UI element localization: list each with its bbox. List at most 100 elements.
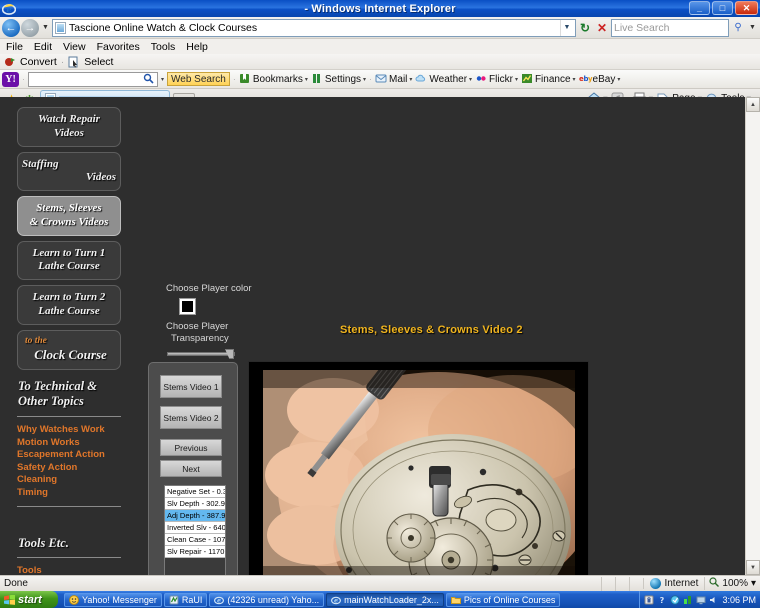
list-item[interactable]: Adj Depth - 387.9 <box>165 510 225 522</box>
network-icon[interactable] <box>683 595 693 605</box>
minimize-button[interactable]: _ <box>689 1 710 15</box>
sidebar-link-safety-action[interactable]: Safety Action <box>17 462 121 475</box>
display-icon[interactable] <box>696 595 706 605</box>
next-button[interactable]: Next <box>160 460 222 477</box>
yahoo-flickr-button[interactable]: Flickr ▾ <box>475 73 518 85</box>
site-sidebar: Watch Repair Videos Staffing Videos Stem… <box>17 107 121 575</box>
page-scrollbar[interactable]: ▲ ▼ <box>745 97 760 575</box>
stems-video-1-button[interactable]: Stems Video 1 <box>160 375 222 398</box>
chevron-down-icon[interactable]: ▾ <box>363 76 366 83</box>
sidebar-link-cleaning[interactable]: Cleaning <box>17 474 121 487</box>
scroll-down-arrow-icon[interactable]: ▼ <box>746 560 760 575</box>
list-item[interactable]: Slv Repair - 1170. <box>165 546 225 558</box>
help-icon[interactable]: ? <box>657 595 667 605</box>
sidebar-link-why-watches-work[interactable]: Why Watches Work <box>17 424 121 437</box>
zoom-control[interactable]: 100% ▾ <box>704 577 760 590</box>
divider <box>17 505 121 507</box>
window-title-bar: e - Windows Internet Explorer _ □ ✕ <box>0 0 760 17</box>
security-zone[interactable]: Internet <box>643 578 704 589</box>
taskbar-item-yahoo-mail[interactable]: e (42326 unread) Yaho... <box>209 592 325 607</box>
sidebar-item-stems-sleeves-crowns-videos[interactable]: Stems, Sleeves & Crowns Videos <box>17 196 121 236</box>
sidebar-item-staffing-videos[interactable]: Staffing Videos <box>17 151 121 191</box>
sidebar-item-watch-repair-videos[interactable]: Watch Repair Videos <box>17 107 121 147</box>
yahoo-ebay-button[interactable]: eby eBay ▾ <box>579 73 621 85</box>
forward-button[interactable]: → <box>21 18 39 37</box>
menu-item-help[interactable]: Help <box>186 41 208 53</box>
status-bar: Done Internet 100% ▾ <box>0 575 760 591</box>
yahoo-web-search-button[interactable]: Web Search <box>167 72 230 86</box>
sidebar-link-motion-works[interactable]: Motion Works <box>17 437 121 450</box>
taskbar-item-pics-of-online-courses[interactable]: Pics of Online Courses <box>445 592 561 607</box>
divider <box>17 557 121 559</box>
taskbar-item-yahoo-messenger[interactable]: Yahoo! Messenger <box>64 592 162 607</box>
video-player[interactable] <box>248 361 589 575</box>
taskbar-item-mainwatchloader[interactable]: e mainWatchLoader_2x... <box>326 592 444 607</box>
list-item[interactable]: Negative Set - 0.3 <box>165 486 225 498</box>
list-item[interactable]: Slv Depth - 302.9 <box>165 498 225 510</box>
yahoo-search-caret-icon[interactable]: ▾ <box>161 76 164 83</box>
zoom-caret-icon[interactable]: ▾ <box>751 578 756 589</box>
yahoo-logo-icon[interactable]: Y! <box>2 71 19 87</box>
menu-item-tools[interactable]: Tools <box>151 41 176 53</box>
yahoo-bookmarks-button[interactable]: Bookmarks ▾ <box>239 73 308 85</box>
player-color-swatch[interactable] <box>179 298 196 316</box>
yahoo-finance-button[interactable]: Finance ▾ <box>521 73 576 85</box>
messenger-tray-icon[interactable] <box>670 594 681 605</box>
sidebar-link-timing[interactable]: Timing <box>17 487 121 500</box>
security-icon[interactable] <box>644 595 654 605</box>
sidebar-link-tools[interactable]: Tools <box>17 565 121 575</box>
search-provider-caret-icon[interactable]: ▼ <box>747 24 758 31</box>
sidebar-item-learn-to-turn-1[interactable]: Learn to Turn 1 Lathe Course <box>17 240 121 280</box>
previous-button[interactable]: Previous <box>160 439 222 456</box>
maximize-button[interactable]: □ <box>712 1 733 15</box>
chevron-down-icon[interactable]: ▾ <box>617 76 620 83</box>
sidebar-item-label-2: & Crowns Videos <box>29 215 109 228</box>
windows-taskbar: start Yahoo! Messenger RaUI e (42326 unr… <box>0 591 760 608</box>
address-dropdown-caret-icon[interactable]: ▼ <box>560 19 573 36</box>
menu-item-file[interactable]: File <box>6 41 23 53</box>
menu-item-view[interactable]: View <box>63 41 86 53</box>
chevron-down-icon[interactable]: ▾ <box>573 76 576 83</box>
taskbar-clock[interactable]: 3:06 PM <box>722 595 756 605</box>
yahoo-settings-button[interactable]: Settings ▾ <box>311 73 366 85</box>
yahoo-weather-button[interactable]: Weather ▾ <box>415 73 472 85</box>
sidebar-item-learn-to-turn-2[interactable]: Learn to Turn 2 Lathe Course <box>17 285 121 325</box>
live-search-input[interactable]: Live Search <box>611 18 729 37</box>
toolbar-separator: · <box>232 74 236 84</box>
chevron-down-icon[interactable]: ▾ <box>305 76 308 83</box>
address-input[interactable]: Tascione Online Watch & Clock Courses ▼ <box>52 18 576 37</box>
sidebar-item-clock-course[interactable]: to the Clock Course <box>17 329 121 370</box>
player-options: Choose Player color Choose Player Transp… <box>166 283 261 360</box>
list-item[interactable]: Clean Case - 1077 <box>165 534 225 546</box>
chevron-down-icon[interactable]: ▾ <box>469 76 472 83</box>
list-item[interactable]: Inverted Slv - 640 <box>165 522 225 534</box>
recent-pages-caret-icon[interactable]: ▼ <box>40 24 51 31</box>
start-button[interactable]: start <box>0 591 58 608</box>
chevron-down-icon[interactable]: ▾ <box>409 76 412 83</box>
close-button[interactable]: ✕ <box>735 1 758 15</box>
menu-item-edit[interactable]: Edit <box>34 41 52 53</box>
sidebar-heading-line-2: Other Topics <box>18 394 84 409</box>
sidebar-link-escapement-action[interactable]: Escapement Action <box>17 449 121 462</box>
chapter-list[interactable]: Negative Set - 0.3 Slv Depth - 302.9 Adj… <box>164 485 226 575</box>
refresh-icon[interactable]: ↻ <box>577 20 593 36</box>
stop-icon[interactable]: ✕ <box>594 20 610 36</box>
menu-item-favorites[interactable]: Favorites <box>97 41 140 53</box>
convert-button[interactable]: Convert <box>20 56 57 68</box>
search-icon[interactable]: ⚲ <box>730 20 746 36</box>
chevron-down-icon[interactable]: ▾ <box>515 76 518 83</box>
select-button[interactable]: Select <box>84 56 113 68</box>
volume-icon[interactable] <box>709 595 719 605</box>
taskbar-item-raui[interactable]: RaUI <box>163 592 208 607</box>
player-transparency-slider[interactable] <box>167 349 235 360</box>
menu-bar: File Edit View Favorites Tools Help <box>0 39 760 54</box>
yahoo-mail-button[interactable]: Mail ▾ <box>375 73 412 85</box>
scrollbar-track[interactable] <box>746 112 760 560</box>
back-button[interactable]: ← <box>2 18 20 37</box>
status-grip <box>601 576 615 591</box>
scroll-up-arrow-icon[interactable]: ▲ <box>746 97 760 112</box>
sidebar-item-label: to the <box>25 335 47 346</box>
stems-video-2-button[interactable]: Stems Video 2 <box>160 406 222 429</box>
yahoo-search-input[interactable] <box>28 71 158 87</box>
